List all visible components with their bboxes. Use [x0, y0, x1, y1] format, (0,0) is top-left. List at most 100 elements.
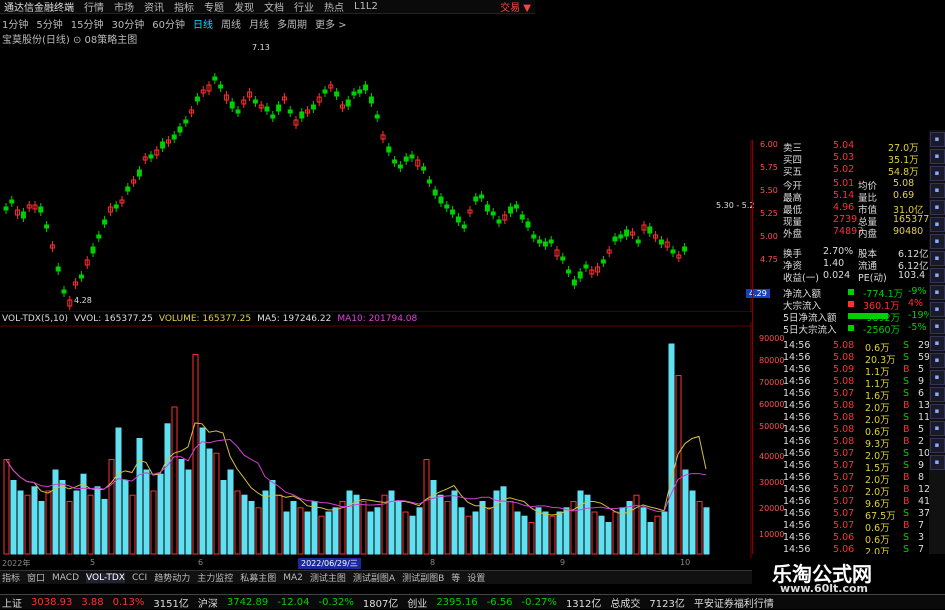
volume-bar: [423, 459, 430, 555]
volume-bar: [542, 511, 549, 555]
volume-bar: [255, 507, 262, 555]
index-amount: 3151亿: [153, 598, 189, 610]
menu-bar: 通达信金融终端 行情 市场 资讯 指标 专题 发现 文档 行业 热点 L1L2 …: [0, 0, 535, 14]
tab-indicator[interactable]: MACD: [52, 573, 79, 583]
chart-icon[interactable]: ▪: [929, 149, 945, 164]
volume-bar: [556, 511, 563, 555]
low-marker: 4.28: [74, 296, 92, 305]
volume-bar: [696, 501, 703, 555]
tab-indicator[interactable]: 设置: [467, 571, 485, 584]
stat-row: 外盘 74897 内盘 90480: [783, 226, 924, 240]
tab-indicator[interactable]: 等: [451, 571, 460, 584]
broker-label[interactable]: 平安证券福利行情: [694, 595, 774, 610]
tab-indicator[interactable]: MA2: [283, 573, 303, 583]
tab-indicator[interactable]: 趋势动力: [154, 571, 190, 584]
tab-indicator[interactable]: 窗口: [27, 571, 45, 584]
rsi-icon[interactable]: ▪: [929, 251, 945, 266]
zoom-icon[interactable]: ▪: [929, 200, 945, 215]
volume-bar: [108, 459, 115, 555]
volume-bar: [409, 515, 416, 555]
doc-icon[interactable]: ▪: [929, 132, 945, 147]
macd-icon[interactable]: ▪: [929, 285, 945, 300]
tab-indicator[interactable]: 私募主图: [240, 571, 276, 584]
tab-period[interactable]: 5分钟: [36, 16, 62, 31]
line-icon[interactable]: ▪: [929, 234, 945, 249]
tab-period[interactable]: 60分钟: [152, 16, 185, 31]
more-icon[interactable]: ▪: [929, 455, 945, 470]
list-icon[interactable]: ▪: [929, 166, 945, 181]
ask-row: 买五 5.02 54.8万: [783, 164, 919, 178]
tick-row: 14:56 5.07 1.6万 S 6: [783, 388, 925, 402]
flow-row: 大宗流入 360.1万 4%: [783, 298, 924, 312]
trade-button[interactable]: 交易 ▼: [500, 0, 531, 14]
volume-bar: [164, 423, 171, 555]
tick-row: 14:56 5.07 2.0万 S 10: [783, 448, 931, 462]
volume-bar: [416, 507, 423, 555]
bar-icon[interactable]: ▪: [929, 217, 945, 232]
vertical-toolbar: ▪ ▪ ▪ ▪ ▪ ▪ ▪ ▪ ▪ ▪ ▪ ▪ ▪ ▪ ▪ ▪ ▪ ▪ ▪ ▪: [929, 130, 945, 572]
tick-row: 14:56 5.08 2.0万 S 11: [783, 412, 931, 426]
index-label[interactable]: 上证: [2, 595, 22, 610]
exit-icon[interactable]: ▪: [929, 438, 945, 453]
volume-bar: [388, 490, 395, 555]
tab-period[interactable]: 周线: [221, 16, 241, 31]
index-value: 3742.89: [226, 596, 269, 608]
candlestick-chart[interactable]: [0, 40, 752, 312]
volume-bar: [535, 507, 542, 555]
menu-item[interactable]: 行业: [294, 0, 314, 14]
grid-icon[interactable]: ▪: [929, 183, 945, 198]
cal-icon[interactable]: ▪: [929, 370, 945, 385]
flow-row: 净流入额 -774.1万 -9%: [783, 286, 927, 300]
tab-period[interactable]: 月线: [249, 16, 269, 31]
set-icon[interactable]: ▪: [929, 404, 945, 419]
menu-item[interactable]: 行情: [84, 0, 104, 14]
volume-bar: [304, 511, 311, 555]
menu-item[interactable]: 指标: [174, 0, 194, 14]
tab-indicator-active[interactable]: VOL-TDX: [86, 572, 125, 583]
index-label[interactable]: 沪深: [198, 595, 218, 610]
help-icon[interactable]: ▪: [929, 421, 945, 436]
star-icon[interactable]: ▪: [929, 319, 945, 334]
mail-icon[interactable]: ▪: [929, 387, 945, 402]
volume-bar: [689, 490, 696, 555]
index-label[interactable]: 创业: [407, 595, 427, 610]
fund-row: 净资 1.40 流通 6.12亿: [783, 258, 929, 272]
volume-bar: [626, 501, 633, 555]
menu-item[interactable]: 文档: [264, 0, 284, 14]
menu-item[interactable]: 热点: [324, 0, 344, 14]
volume-bar: [17, 490, 24, 555]
kdj-icon[interactable]: ▪: [929, 268, 945, 283]
tab-period[interactable]: 1分钟: [2, 16, 28, 31]
menu-item[interactable]: 专题: [204, 0, 224, 14]
menu-item[interactable]: L1L2: [354, 1, 378, 12]
tab-period[interactable]: 多周期: [277, 16, 307, 31]
menu-item[interactable]: 发现: [234, 0, 254, 14]
index-change: -6.56: [486, 596, 513, 608]
total-label: 总成交: [610, 598, 641, 610]
volume-bar: [507, 501, 514, 555]
tab-period-active[interactable]: 日线: [193, 16, 213, 31]
date-axis: 2022年 5 6 2022/06/29/三 8 9 10: [0, 558, 745, 570]
book-icon[interactable]: ▪: [929, 353, 945, 368]
volume-bar: [38, 501, 45, 555]
volume-bar: [612, 511, 619, 555]
tab-period[interactable]: 更多 >: [315, 16, 347, 31]
volume-bar: [241, 494, 248, 555]
menu-item[interactable]: 资讯: [144, 0, 164, 14]
app-title: 通达信金融终端: [4, 3, 74, 14]
tab-indicator[interactable]: 测试主图: [310, 571, 346, 584]
tab-indicator[interactable]: 测试副图B: [402, 571, 444, 584]
tab-indicator[interactable]: CCI: [132, 573, 147, 583]
tab-indicator[interactable]: 测试副图A: [353, 571, 395, 584]
volume-bar: [444, 501, 451, 555]
volume-bar: [458, 507, 465, 555]
tab-indicator[interactable]: 主力监控: [197, 571, 233, 584]
volume-bar: [171, 406, 178, 555]
flag-icon[interactable]: ▪: [929, 336, 945, 351]
menu-item[interactable]: 市场: [114, 0, 134, 14]
tab-indicator[interactable]: 指标: [2, 571, 20, 584]
tab-period[interactable]: 15分钟: [71, 16, 104, 31]
volume-chart[interactable]: [0, 322, 752, 558]
tab-period[interactable]: 30分钟: [111, 16, 144, 31]
tool-icon[interactable]: ▪: [929, 302, 945, 317]
